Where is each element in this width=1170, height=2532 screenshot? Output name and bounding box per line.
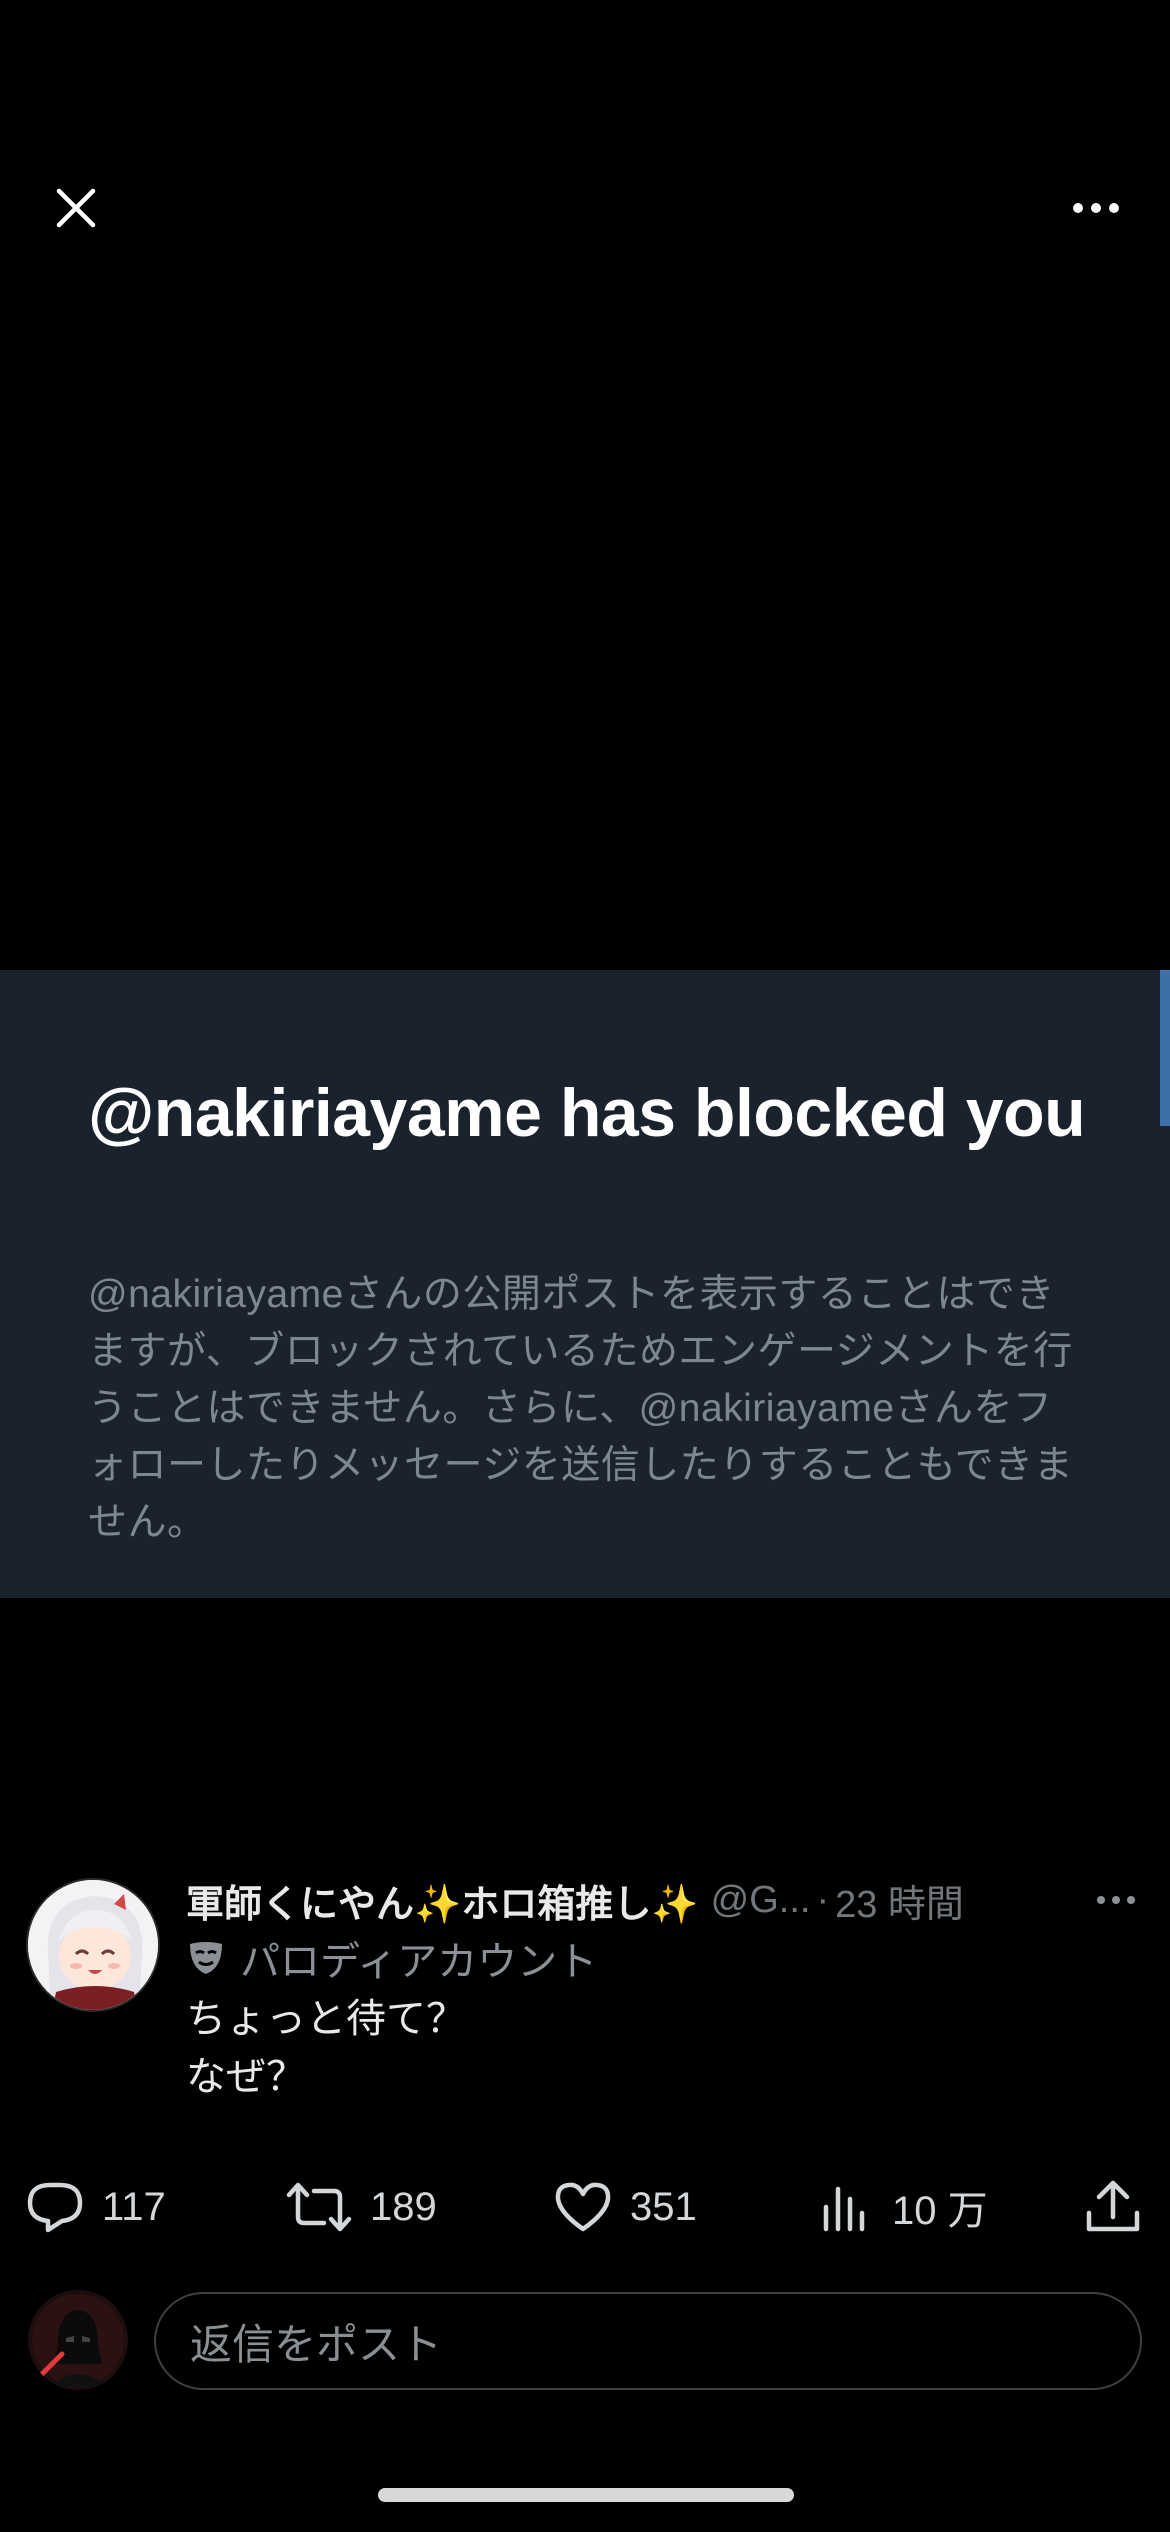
author-avatar[interactable] bbox=[26, 1878, 160, 2012]
post-text-line: なぜ？ bbox=[186, 2055, 306, 2099]
post-text-line: ちょっと待て？ bbox=[186, 1997, 466, 2041]
current-user-avatar[interactable] bbox=[28, 2290, 128, 2390]
bar-chart-icon bbox=[823, 2186, 865, 2232]
like-button[interactable]: 351 bbox=[554, 2172, 697, 2242]
reply-icon bbox=[27, 2182, 83, 2233]
close-icon bbox=[56, 188, 96, 228]
post-more-button[interactable] bbox=[1080, 1872, 1152, 1928]
more-horizontal-icon bbox=[1073, 203, 1119, 213]
blocked-headline: @nakiriayame has blocked you bbox=[88, 1075, 1086, 1151]
heart-icon bbox=[555, 2182, 611, 2232]
view-count: 10 万 bbox=[892, 2189, 988, 2233]
reply-input[interactable]: 返信をポスト bbox=[154, 2292, 1142, 2390]
dark-helmet-avatar-illustration bbox=[28, 2290, 128, 2390]
mask-icon bbox=[190, 1942, 222, 1974]
author-display-name[interactable]: 軍師くにやん✨ホロ箱推し✨ bbox=[186, 1873, 699, 1928]
reply-count: 117 bbox=[102, 2184, 166, 2229]
post-media-image[interactable]: @nakiriayame has blocked you @nakiriayam… bbox=[0, 970, 1170, 1598]
views-button[interactable]: 10 万 bbox=[820, 2172, 988, 2242]
label-text: パロディアカウント bbox=[240, 1940, 598, 1984]
parody-account-label: パロディアカウント bbox=[186, 1932, 597, 1984]
post-body: ちょっと待て？ なぜ？ bbox=[186, 1990, 466, 2106]
more-options-button[interactable] bbox=[1060, 176, 1132, 240]
like-count: 351 bbox=[630, 2184, 697, 2229]
more-horizontal-icon bbox=[1097, 1896, 1135, 1904]
author-handle[interactable]: @G... bbox=[711, 1879, 811, 1922]
blocked-description: @nakiriayameさんの公開ポストを表示することはできますが、ブロックされ… bbox=[88, 1273, 1074, 1544]
anime-avatar-illustration bbox=[28, 1880, 158, 2010]
share-button[interactable] bbox=[1084, 2172, 1142, 2242]
reply-button[interactable]: 117 bbox=[26, 2172, 166, 2242]
repost-count: 189 bbox=[370, 2184, 437, 2229]
close-button[interactable] bbox=[44, 176, 108, 240]
share-icon bbox=[1086, 2180, 1140, 2232]
scroll-accent bbox=[1160, 970, 1170, 1126]
home-indicator[interactable] bbox=[378, 2488, 794, 2502]
post-timestamp[interactable]: 23 時間 bbox=[835, 1873, 964, 1928]
repost-icon bbox=[286, 2182, 352, 2232]
reply-placeholder: 返信をポスト bbox=[190, 2320, 443, 2368]
post-action-bar: 117 189 351 10 万 bbox=[0, 2172, 1170, 2242]
post-header: 軍師くにやん✨ホロ箱推し✨ @G... · 23 時間 bbox=[186, 1872, 1076, 1928]
repost-button[interactable]: 189 bbox=[286, 2172, 437, 2242]
separator-dot: · bbox=[816, 1878, 830, 1921]
